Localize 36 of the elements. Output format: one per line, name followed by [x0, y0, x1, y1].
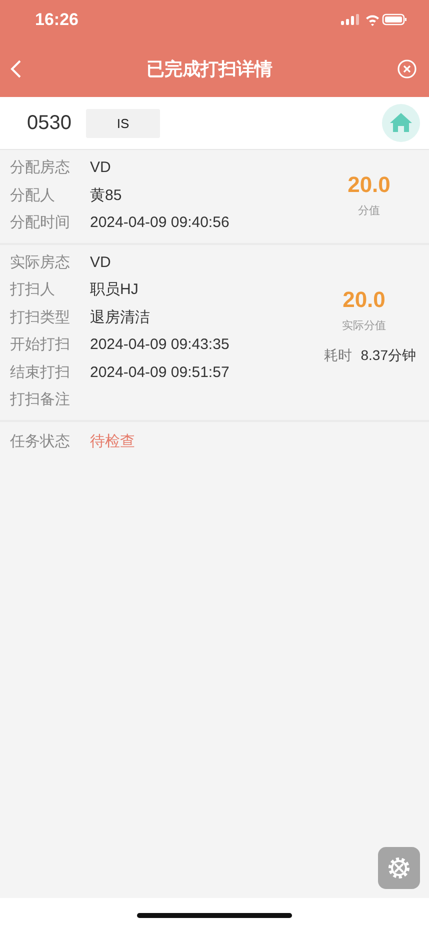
- field-label: 分配时间: [10, 213, 71, 232]
- home-icon[interactable]: [382, 104, 420, 142]
- field-label: 打扫人: [10, 280, 56, 300]
- field-value: 2024-04-09 09:40:56: [90, 214, 230, 232]
- field-value: 2024-04-09 09:43:35: [90, 336, 230, 354]
- field-value: 职员HJ: [90, 280, 138, 300]
- back-icon[interactable]: [10, 58, 22, 78]
- field-label: 打扫类型: [10, 308, 71, 327]
- score-label: 分值: [358, 204, 380, 218]
- field-label: 任务状态: [10, 432, 71, 451]
- field-label: 分配房态: [10, 158, 71, 178]
- field-label: 实际房态: [10, 252, 71, 272]
- score-label: 实际分值: [342, 318, 386, 332]
- wifi-icon: [366, 15, 379, 26]
- status-time: 16:26: [35, 10, 78, 30]
- room-number: 0530: [27, 112, 72, 134]
- duration-value: 8.37分钟: [360, 346, 416, 364]
- close-icon[interactable]: [397, 58, 417, 78]
- field-value: VD: [90, 254, 111, 271]
- field-value: VD: [90, 159, 111, 176]
- room-status-badge: IS: [86, 108, 160, 138]
- page-title: 已完成打扫详情: [146, 58, 272, 80]
- battery-icon: [382, 14, 406, 26]
- field-label: 打扫备注: [10, 390, 71, 410]
- score-value: 20.0: [342, 286, 386, 312]
- field-value: 退房清洁: [90, 308, 150, 327]
- field-label: 分配人: [10, 186, 56, 205]
- tools-button[interactable]: [378, 847, 420, 889]
- score-value: 20.0: [348, 172, 390, 198]
- signal-icon: [341, 14, 359, 25]
- task-status: 待检查: [90, 432, 135, 451]
- field-value: 黄85: [90, 186, 122, 205]
- field-value: 2024-04-09 09:51:57: [90, 364, 230, 381]
- duration-label: 耗时: [324, 346, 352, 364]
- field-label: 结束打扫: [10, 362, 71, 382]
- field-label: 开始打扫: [10, 335, 71, 354]
